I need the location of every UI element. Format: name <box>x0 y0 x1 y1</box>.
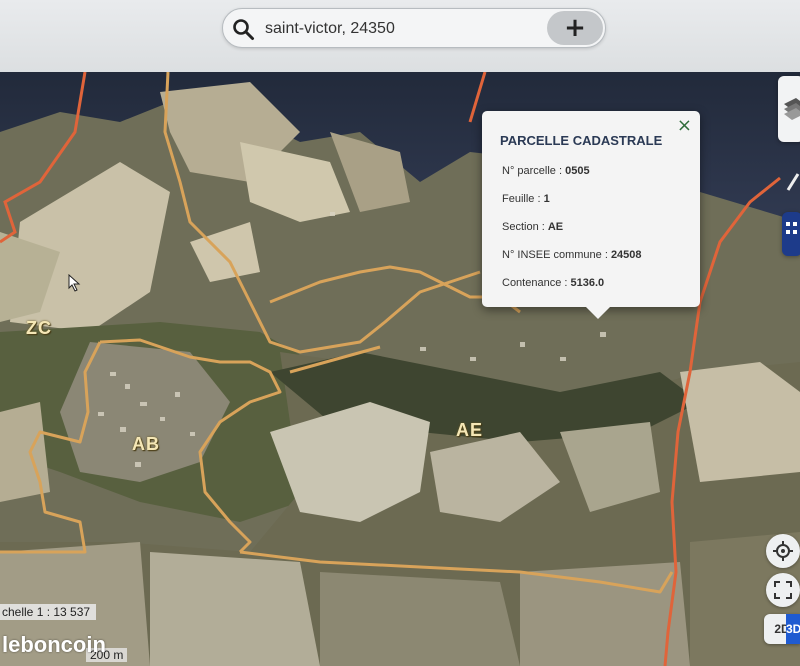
locate-icon <box>773 541 793 561</box>
parcel-number-row: N° parcelle : 0505 <box>502 165 590 177</box>
locate-button[interactable] <box>766 534 800 568</box>
scale-ratio: chelle 1 : 13 537 <box>0 604 97 620</box>
row-label: Contenance : <box>502 277 571 289</box>
layers-icon <box>784 98 800 120</box>
row-label: N° parcelle : <box>502 165 566 177</box>
insee-row: N° INSEE commune : 24508 <box>502 249 642 261</box>
toggle-3d[interactable]: 3D <box>786 614 800 644</box>
top-toolbar: + <box>0 0 800 72</box>
add-button[interactable]: + <box>547 11 603 45</box>
sheet-row: Feuille : 1 <box>502 193 550 205</box>
row-value: 0505 <box>565 165 590 177</box>
measure-icon[interactable] <box>786 170 800 192</box>
row-label: Section : <box>502 221 548 233</box>
section-label-ab: AB <box>132 434 160 454</box>
section-label-zc: ZC <box>26 318 52 338</box>
row-value: 24508 <box>610 249 642 261</box>
layers-button[interactable] <box>778 76 800 142</box>
mouse-cursor-icon <box>68 274 81 292</box>
row-label: N° INSEE commune : <box>502 249 611 261</box>
grid-button[interactable] <box>782 212 800 256</box>
section-row: Section : AE <box>502 221 563 233</box>
fullscreen-icon <box>774 581 792 599</box>
row-value: AE <box>547 221 564 233</box>
watermark-logo: leboncoin <box>2 632 106 657</box>
section-label-ae: AE <box>456 420 484 440</box>
area-row: Contenance : 5136.0 <box>502 277 604 289</box>
row-value: 5136.0 <box>570 277 605 289</box>
popup-title: PARCELLE CADASTRALE <box>500 133 663 148</box>
parcel-popup: × PARCELLE CADASTRALE N° parcelle : 0505… <box>482 111 700 319</box>
close-icon[interactable]: × <box>677 115 692 136</box>
row-value: 1 <box>543 193 550 205</box>
grid-icon <box>786 222 797 234</box>
search-input[interactable] <box>263 16 537 42</box>
row-label: Feuille : <box>502 193 544 205</box>
fullscreen-button[interactable] <box>766 573 800 607</box>
search-box[interactable]: + <box>222 8 606 48</box>
search-icon[interactable] <box>231 17 255 41</box>
